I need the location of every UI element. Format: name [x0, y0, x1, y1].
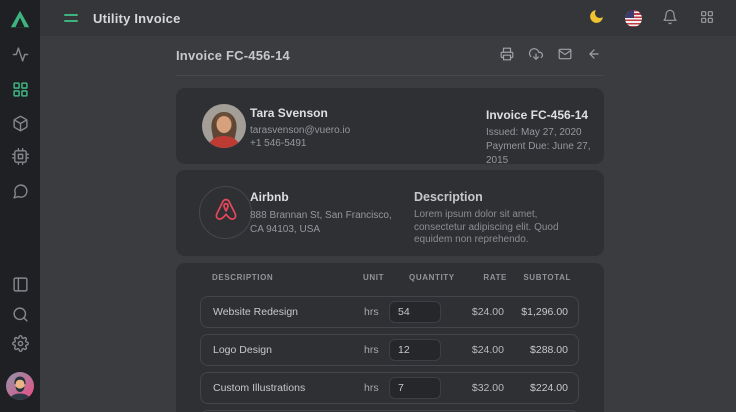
back-button[interactable]	[586, 48, 602, 64]
invoice-meta-number: Invoice FC-456-14	[486, 108, 604, 122]
sidebar-item-messages[interactable]	[0, 181, 40, 205]
gear-icon	[12, 335, 29, 355]
app-logo[interactable]	[0, 6, 40, 34]
client-logo-circle	[199, 186, 252, 239]
layout-panel-icon	[12, 276, 29, 296]
sender-details: Tara Svenson tarasvenson@vuero.io +1 546…	[250, 106, 350, 150]
bell-icon	[662, 9, 678, 28]
sidebar-user-avatar[interactable]	[6, 372, 34, 400]
sender-avatar	[202, 104, 246, 148]
apps-grid-icon	[699, 9, 715, 28]
sidebar-item-panels[interactable]	[0, 274, 40, 298]
item-subtotal: $288.00	[530, 335, 568, 365]
box-icon	[12, 115, 29, 135]
dashboard-grid-icon	[12, 81, 29, 101]
menu-toggle-button[interactable]	[64, 12, 80, 24]
item-unit: hrs	[364, 297, 379, 327]
sidebar-item-search[interactable]	[0, 304, 40, 328]
sender-phone: +1 546-5491	[250, 137, 350, 150]
invoice-items-card: DESCRIPTION UNIT QUANTITY RATE SUBTOTAL …	[176, 263, 604, 412]
item-subtotal: $224.00	[530, 373, 568, 403]
item-unit: hrs	[364, 373, 379, 403]
envelope-icon	[558, 47, 572, 64]
item-subtotal: $1,296.00	[521, 297, 568, 327]
sidebar-item-elements[interactable]	[0, 146, 40, 170]
app-window: Utility Invoice Invoice FC-456-14	[0, 0, 736, 412]
client-address-line1: 888 Brannan St, San Francisco,	[250, 209, 392, 223]
icon-sidebar	[0, 0, 40, 412]
column-quantity: QUANTITY	[409, 273, 455, 282]
notifications-button[interactable]	[657, 5, 683, 31]
table-row: Custom Illustrations hrs $32.00 $224.00	[200, 372, 579, 404]
table-row: Logo Design hrs $24.00 $288.00	[200, 334, 579, 366]
table-header: DESCRIPTION UNIT QUANTITY RATE SUBTOTAL	[176, 273, 604, 289]
item-description: Website Redesign	[213, 297, 298, 327]
table-row: Website Redesign hrs $24.00 $1,296.00	[200, 296, 579, 328]
search-icon	[12, 306, 29, 326]
invoice-issued-date: Issued: May 27, 2020	[486, 126, 604, 140]
sender-name: Tara Svenson	[250, 106, 350, 120]
description-title: Description	[414, 190, 590, 204]
client-card: Airbnb 888 Brannan St, San Francisco, CA…	[176, 170, 604, 256]
sender-email: tarasvenson@vuero.io	[250, 124, 350, 137]
item-rate: $32.00	[472, 373, 504, 403]
apps-menu-button[interactable]	[694, 5, 720, 31]
client-address-line2: CA 94103, USA	[250, 223, 392, 237]
download-button[interactable]	[528, 48, 544, 64]
client-details: Airbnb 888 Brannan St, San Francisco, CA…	[250, 190, 392, 237]
language-selector[interactable]	[620, 5, 646, 31]
navbar-actions	[583, 0, 720, 36]
activity-icon	[12, 46, 29, 66]
dark-mode-toggle[interactable]	[583, 5, 609, 31]
invoice-due-date: Payment Due: June 27, 2015	[486, 140, 604, 168]
main-content: Invoice FC-456-14	[40, 36, 736, 412]
invoice-meta: Invoice FC-456-14 Issued: May 27, 2020 P…	[486, 108, 604, 168]
client-name: Airbnb	[250, 190, 392, 204]
us-flag-icon	[625, 10, 642, 27]
description-body: Lorem ipsum dolor sit amet, consectetur …	[414, 209, 590, 247]
moon-icon	[588, 8, 605, 28]
column-unit: UNIT	[363, 273, 384, 282]
item-description: Custom Illustrations	[213, 373, 305, 403]
column-rate: RATE	[483, 273, 507, 282]
item-rate: $24.00	[472, 297, 504, 327]
quantity-input[interactable]	[389, 377, 441, 399]
cpu-icon	[12, 148, 29, 168]
page-title: Utility Invoice	[93, 11, 181, 26]
invoice-description: Description Lorem ipsum dolor sit amet, …	[414, 190, 590, 247]
printer-icon	[500, 47, 514, 64]
sidebar-item-components[interactable]	[0, 113, 40, 137]
invoice-actions	[499, 48, 604, 64]
billed-from-card: Tara Svenson tarasvenson@vuero.io +1 546…	[176, 88, 604, 164]
item-rate: $24.00	[472, 335, 504, 365]
column-description: DESCRIPTION	[212, 273, 273, 282]
quantity-input[interactable]	[389, 339, 441, 361]
sidebar-item-activity[interactable]	[0, 44, 40, 68]
user-avatar-image	[6, 372, 34, 400]
print-button[interactable]	[499, 48, 515, 64]
logo-triangle-icon	[9, 8, 31, 33]
cloud-download-icon	[529, 47, 543, 64]
item-description: Logo Design	[213, 335, 272, 365]
chat-bubble-icon	[12, 183, 29, 203]
item-unit: hrs	[364, 335, 379, 365]
sidebar-item-dashboard[interactable]	[0, 79, 40, 103]
column-subtotal: SUBTOTAL	[523, 273, 571, 282]
arrow-left-icon	[587, 47, 601, 64]
quantity-input[interactable]	[389, 301, 441, 323]
sidebar-item-settings[interactable]	[0, 333, 40, 357]
top-navbar: Utility Invoice	[40, 0, 736, 36]
invoice-number-title: Invoice FC-456-14	[176, 48, 290, 63]
invoice-header: Invoice FC-456-14	[176, 36, 604, 76]
airbnb-logo-icon	[211, 195, 241, 230]
send-email-button[interactable]	[557, 48, 573, 64]
